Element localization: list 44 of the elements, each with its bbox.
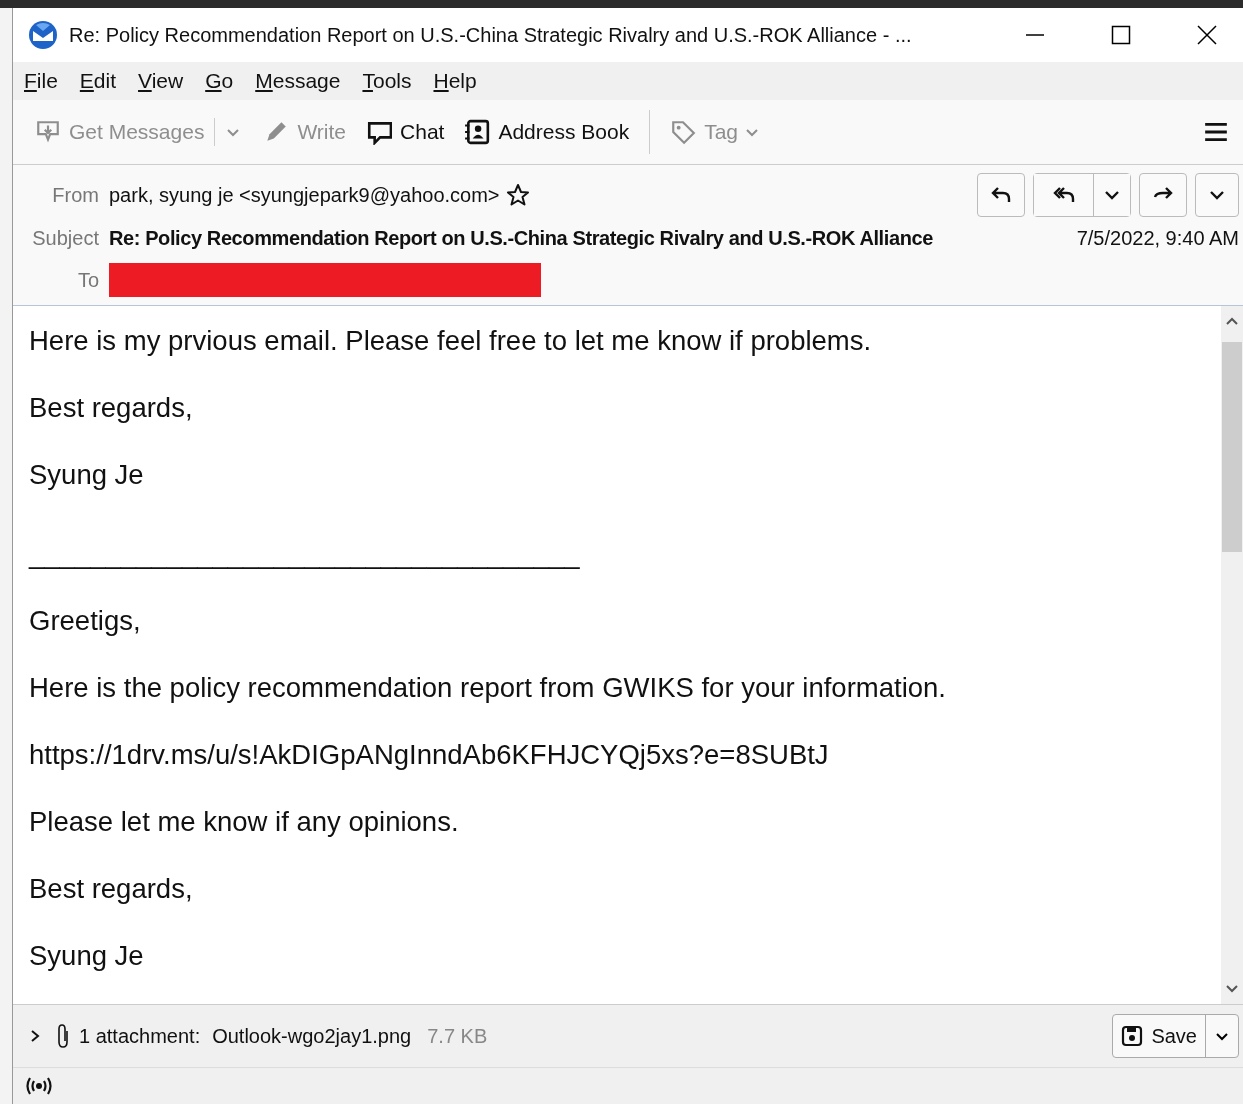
online-status-icon[interactable]	[23, 1076, 55, 1096]
reply-all-button[interactable]	[1034, 174, 1094, 216]
paragraph: Greetigs,	[29, 604, 142, 638]
menu-item[interactable]: View	[138, 69, 184, 93]
paragraph: Please let me know if any opinions.	[29, 805, 460, 839]
tag-icon	[670, 119, 697, 145]
paragraph: Here is my prvious email. Please feel free to let me know if problems.	[29, 324, 873, 358]
separator-text: ____________________________________	[29, 537, 581, 571]
app-logo-icon	[27, 19, 59, 51]
field-label: To	[76, 268, 99, 292]
menu-item[interactable]: File	[24, 69, 58, 93]
attachment-summary[interactable]: 1 attachment:	[79, 1024, 201, 1048]
paragraph: Syung Je	[29, 458, 145, 492]
attachment-name[interactable]: Outlook-wgo2jay1.png	[212, 1024, 412, 1048]
forward-button[interactable]	[1139, 173, 1187, 217]
menu-item[interactable]: Go	[205, 69, 234, 93]
field-label: Subject	[31, 226, 99, 250]
scroll-thumb[interactable]	[1222, 342, 1242, 552]
window-title: Re: Policy Recommendation Report on U.S.-China Strategic Rivalry and U.S.-ROK Alliance - ...	[69, 23, 912, 47]
date-text: 7/5/2022, 9:40 AM	[1076, 226, 1239, 250]
paragraph: Syung Je	[29, 939, 145, 973]
scrollbar[interactable]	[1221, 306, 1243, 1004]
menu-item[interactable]: Message	[255, 69, 341, 93]
toolbar-button[interactable]: Chat	[358, 115, 453, 149]
paragraph: Best regards,	[29, 391, 194, 425]
toolbar-button[interactable]: Address Book	[456, 115, 638, 149]
menu-item[interactable]: Tools	[362, 69, 412, 93]
address-book-icon	[464, 119, 491, 145]
subject-text: Re: Policy Recommendation Report on U.S.-China Strategic Rivalry and U.S.-ROK Alliance	[109, 226, 933, 250]
close-icon[interactable]	[1197, 25, 1217, 45]
save-icon	[1121, 1025, 1144, 1047]
attachment-size: 7.7 KB	[427, 1024, 488, 1048]
star-icon[interactable]	[505, 183, 530, 207]
sender-name[interactable]: park, syung je <syungjepark9@yahoo.com>	[109, 183, 500, 207]
paragraph: Best regards,	[29, 872, 194, 906]
menu-item[interactable]: Help	[433, 69, 477, 93]
maximize-icon[interactable]	[1111, 25, 1131, 45]
paragraph: https://1drv.ms/u/s!AkDIGpANgInndAb6KFHJCYQj5xs?e=8SUBtJ	[29, 738, 830, 772]
reply-button[interactable]	[977, 173, 1025, 217]
paragraph: Here is the policy recommendation report from GWIKS for your information.	[29, 671, 947, 705]
chat-bubble-icon	[366, 119, 393, 145]
menu-item[interactable]: Edit	[79, 69, 117, 93]
field-label: From	[51, 183, 99, 207]
paperclip-icon	[55, 1023, 71, 1049]
